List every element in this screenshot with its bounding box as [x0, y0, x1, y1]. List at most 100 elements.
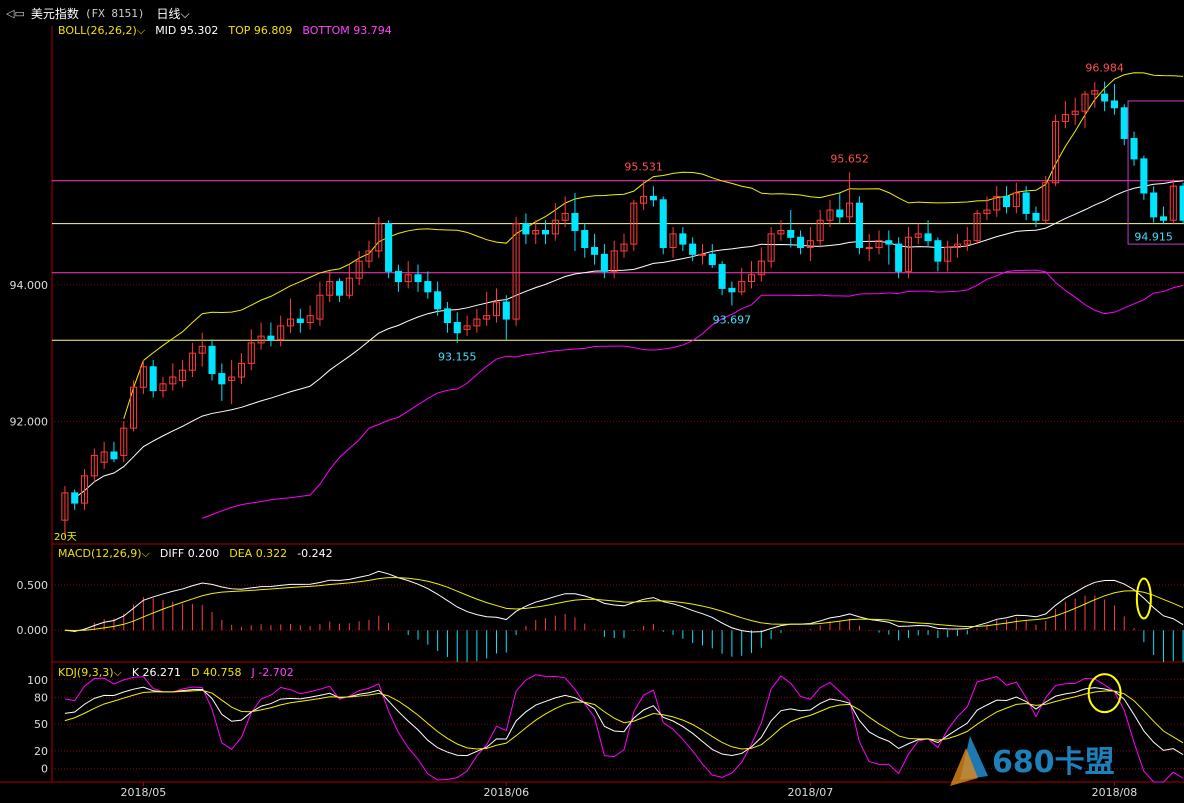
- macd-group: [52, 570, 1184, 662]
- x-tick-label: 2018/06: [483, 786, 529, 799]
- chevron-down-icon: ⌵: [180, 6, 190, 21]
- boll-header: BOLL(26,26,2)⌵ MID 95.302 TOP 96.809 BOT…: [58, 24, 392, 38]
- macd-indicator-name[interactable]: MACD(12,26,9)⌵: [58, 547, 150, 561]
- period-selector[interactable]: 日线⌵: [156, 5, 189, 22]
- chart-canvas: 94.00092.0002018/05 2018/06 2018/07 2018/08…: [0, 26, 1184, 799]
- candle-body: [708, 253, 716, 266]
- candle-body: [728, 287, 736, 293]
- instrument-code: (FX 8151): [84, 6, 145, 20]
- macd-name-label: MACD(12,26,9): [58, 547, 142, 560]
- horizontal-levels: [52, 180, 1184, 341]
- candle-body: [541, 229, 550, 235]
- candle-body: [698, 253, 707, 256]
- watermark: 680卡盟: [950, 736, 1115, 786]
- macd-tick-label: 0.000: [17, 624, 49, 637]
- candle-body: [924, 233, 932, 242]
- macd-macd-value: -0.242: [297, 547, 333, 560]
- instrument-title: 美元指数: [30, 6, 79, 21]
- boll-top-line: [123, 72, 1184, 420]
- price-tick-label: 92.000: [10, 415, 49, 428]
- kdj-j-value: J -2.702: [251, 666, 294, 679]
- candle-body: [1120, 107, 1128, 139]
- macd-dea-line: [64, 577, 1184, 631]
- top-bar: ◁▭ 美元指数 (FX 8151) 日线⌵: [0, 0, 1184, 26]
- macd-diff-value: DIFF 0.200: [159, 547, 220, 560]
- candle-body: [689, 243, 697, 255]
- chevron-down-icon: ⌵: [136, 24, 146, 37]
- boll-mid-line: [74, 180, 1184, 499]
- price-annotation-label: 95.652: [830, 152, 869, 165]
- candle-body: [934, 240, 942, 262]
- kdj-tick-label: 0: [41, 763, 48, 776]
- price-annotation-label: 94.915: [1134, 231, 1173, 244]
- candle-body: [591, 247, 599, 255]
- candle-body: [1101, 93, 1109, 102]
- kdj-tick-label: 100: [27, 674, 48, 687]
- candle-body: [797, 236, 805, 249]
- boll-top-value: TOP 96.809: [228, 24, 293, 37]
- axis-ticks: 94.00092.0002018/05 2018/06 2018/07 2018/08…: [10, 279, 1138, 799]
- candle-body: [1110, 100, 1118, 109]
- price-annotation-label: 93.697: [713, 314, 752, 327]
- highlight-circle: [1087, 673, 1122, 714]
- candle-body: [600, 253, 608, 272]
- candle-body: [296, 318, 304, 323]
- kdj-tick-label: 80: [34, 692, 48, 705]
- back-icon[interactable]: ◁▭: [6, 7, 25, 20]
- candle-body: [1130, 137, 1138, 160]
- candle-body: [443, 308, 451, 323]
- candle-body: [385, 223, 393, 272]
- selection-rect: [1127, 100, 1184, 245]
- boll-bands: [74, 72, 1184, 519]
- candle-body: [571, 212, 579, 231]
- ma-period-label: 20天: [54, 532, 77, 543]
- boll-bottom-value: BOTTOM 93.794: [302, 24, 392, 37]
- candle-body: [336, 281, 344, 296]
- candle-body: [71, 492, 79, 504]
- price-tick-label: 94.000: [10, 279, 49, 292]
- candle-body: [424, 281, 432, 293]
- kdj-indicator-name[interactable]: KDJ(9,3,3)⌵: [58, 666, 122, 680]
- candle-body: [1022, 192, 1030, 214]
- grid-lines: [52, 284, 1184, 422]
- candle-body: [885, 240, 893, 245]
- candle-body: [1140, 158, 1148, 194]
- candle-body: [414, 274, 422, 283]
- kdj-header: KDJ(9,3,3)⌵ K 26.271 D 40.758 J -2.702: [58, 666, 294, 680]
- macd-tick-label: 0.500: [17, 579, 49, 592]
- macd-dea-value: DEA 0.322: [229, 547, 288, 560]
- period-label: 日线: [156, 6, 181, 21]
- candle-body: [1002, 195, 1011, 208]
- macd-header: MACD(12,26,9)⌵ DIFF 0.200 DEA 0.322 -0.2…: [58, 547, 333, 561]
- chevron-down-icon: ⌵: [141, 547, 150, 560]
- price-annotation-label: 95.531: [624, 161, 663, 174]
- candle-body: [855, 202, 863, 249]
- watermark-text: 680卡盟: [992, 745, 1115, 780]
- candle-body: [581, 229, 589, 249]
- x-tick-label: 2018/07: [788, 786, 834, 799]
- candle-body: [1159, 216, 1168, 221]
- candle-body: [502, 301, 510, 320]
- boll-name-label: BOLL(26,26,2): [58, 24, 137, 37]
- candle-body: [149, 366, 157, 392]
- candle-body: [110, 451, 118, 460]
- candle-body: [1032, 212, 1040, 221]
- price-annotation-label: 96.984: [1085, 62, 1124, 75]
- boll-indicator-name[interactable]: BOLL(26,26,2)⌵: [58, 24, 145, 38]
- boll-mid-value: MID 95.302: [155, 24, 219, 37]
- candle-body: [208, 345, 216, 375]
- chevron-down-icon: ⌵: [113, 666, 122, 679]
- price-annotation-label: 93.155: [438, 351, 477, 364]
- candle-body: [453, 321, 461, 334]
- candles-group: [61, 81, 1184, 538]
- candle-body: [1150, 192, 1158, 218]
- candle-body: [649, 195, 657, 201]
- kdj-k-value: K 26.271: [131, 666, 182, 679]
- candle-body: [836, 209, 844, 218]
- candle-body: [394, 270, 402, 283]
- x-tick-label: 2018/05: [121, 786, 167, 799]
- candle-body: [679, 233, 687, 245]
- kdj-tick-label: 20: [34, 745, 48, 758]
- kdj-d-value: D 40.758: [191, 666, 242, 679]
- boll-bottom-line: [202, 269, 1184, 519]
